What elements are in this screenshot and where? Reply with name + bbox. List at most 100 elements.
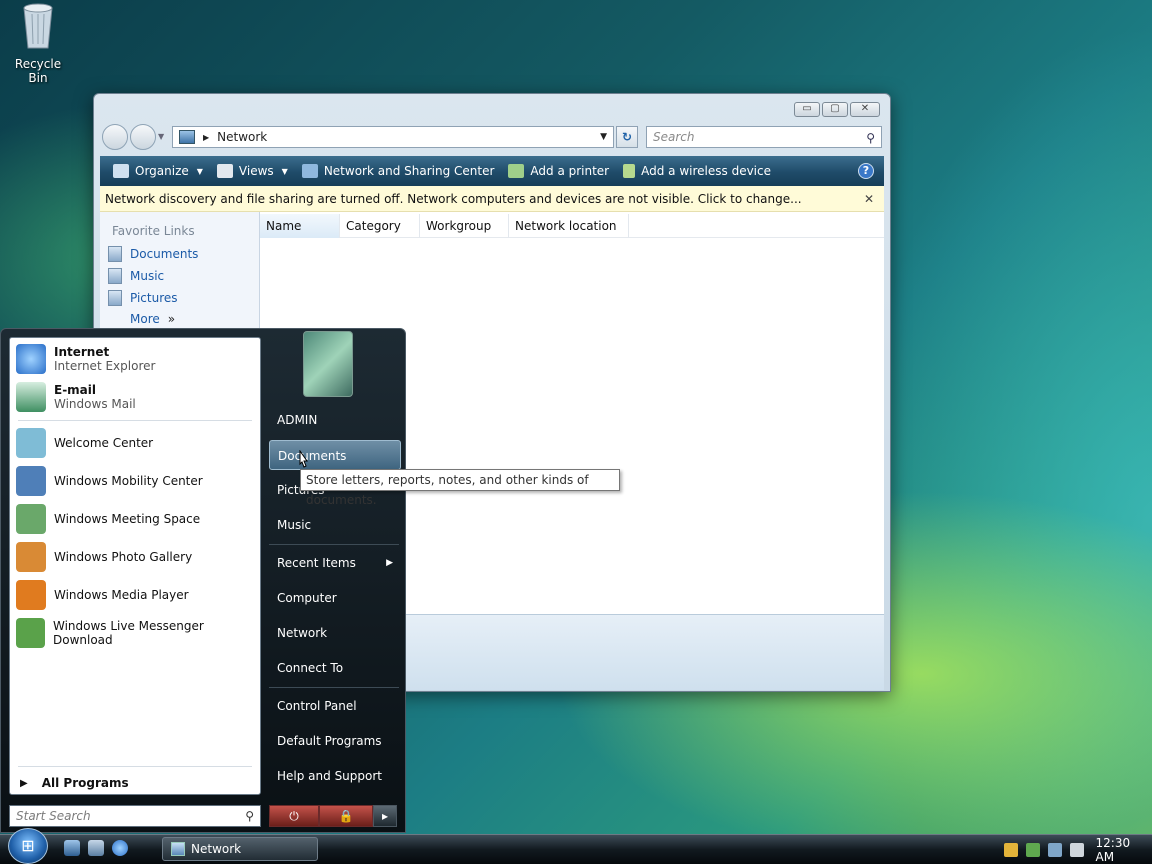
- pinned-internet[interactable]: Internet Internet Explorer: [16, 344, 155, 374]
- add-wireless-device-button[interactable]: Add a wireless device: [616, 156, 778, 186]
- all-programs-label: All Programs: [41, 776, 129, 790]
- organize-icon: [113, 164, 129, 178]
- separator: [18, 766, 252, 767]
- program-label: Windows Live Messenger Download: [52, 619, 204, 647]
- pinned-text: E-mail Windows Mail: [54, 383, 136, 411]
- column-header-network-location[interactable]: Network location: [509, 214, 629, 238]
- views-label: Views: [238, 164, 274, 178]
- favorite-link-documents[interactable]: Documents: [108, 246, 198, 262]
- power-options-arrow-icon[interactable]: ▸: [373, 805, 397, 827]
- address-text: Network: [217, 130, 268, 144]
- address-dropdown-icon[interactable]: ▼: [600, 132, 607, 142]
- taskbar-network-label: Network: [191, 842, 242, 856]
- favorite-link-label: Documents: [130, 247, 199, 261]
- music-folder-icon: [108, 268, 122, 284]
- ie-icon: [16, 344, 46, 374]
- infobar-text: Network discovery and file sharing are t…: [105, 192, 802, 206]
- clock[interactable]: 12:30 AM: [1096, 836, 1152, 864]
- ie-quicklaunch-icon[interactable]: [112, 840, 128, 856]
- start-right-control-panel[interactable]: Control Panel: [269, 691, 401, 721]
- forward-button[interactable]: [130, 124, 156, 150]
- help-icon[interactable]: ?: [858, 163, 874, 179]
- favorite-links-more[interactable]: More »: [130, 312, 175, 326]
- start-right-computer[interactable]: Computer: [269, 583, 401, 613]
- power-icon[interactable]: ⏻: [269, 805, 319, 827]
- recent-pages-chevron-icon[interactable]: ▼: [158, 132, 164, 141]
- column-header-workgroup[interactable]: Workgroup: [420, 214, 509, 238]
- network-sync-icon[interactable]: [1025, 843, 1040, 857]
- window-controls: ▭ ▢ ✕: [794, 102, 880, 117]
- security-shield-icon[interactable]: [1004, 843, 1018, 857]
- more-chevron-icon: »: [167, 312, 176, 326]
- pinned-email[interactable]: E-mail Windows Mail: [16, 382, 136, 412]
- start-right-help-support[interactable]: Help and Support: [269, 761, 401, 791]
- program-label: Windows Photo Gallery: [54, 550, 193, 564]
- refresh-button[interactable]: ↻: [616, 126, 638, 148]
- recent-program-live-messenger[interactable]: Windows Live Messenger Download: [16, 618, 260, 648]
- recent-program-meeting-space[interactable]: Windows Meeting Space: [16, 504, 200, 534]
- recent-program-photo-gallery[interactable]: Windows Photo Gallery: [16, 542, 192, 572]
- network-status-icon[interactable]: [1047, 843, 1062, 857]
- start-right-admin[interactable]: ADMIN: [269, 405, 401, 435]
- power-controls: ⏻ 🔒 ▸: [269, 805, 397, 827]
- network-discovery-infobar[interactable]: Network discovery and file sharing are t…: [100, 186, 884, 212]
- network-sharing-center-button[interactable]: Network and Sharing Center: [295, 156, 502, 186]
- add-printer-button[interactable]: Add a printer: [501, 156, 616, 186]
- user-picture[interactable]: [303, 331, 353, 397]
- close-button[interactable]: ✕: [850, 102, 880, 117]
- more-label: More: [130, 312, 160, 326]
- column-header-name[interactable]: Name: [260, 214, 340, 238]
- printer-icon: [508, 164, 525, 178]
- recent-program-welcome-center[interactable]: Welcome Center: [16, 428, 153, 458]
- favorite-link-music[interactable]: Music: [108, 268, 164, 284]
- recycle-bin[interactable]: Recycle Bin: [6, 2, 70, 85]
- organize-dropdown-icon: ▼: [196, 166, 203, 176]
- start-right-connect-to[interactable]: Connect To: [269, 653, 401, 683]
- recent-program-media-player[interactable]: Windows Media Player: [16, 580, 189, 610]
- taskbar-network-window[interactable]: Network: [162, 837, 318, 861]
- organize-label: Organize: [135, 164, 189, 178]
- favorite-links-heading: Favorite Links: [112, 224, 195, 238]
- views-button[interactable]: Views ▼: [210, 156, 295, 186]
- start-right-default-programs[interactable]: Default Programs: [269, 726, 401, 756]
- separator: [18, 420, 252, 421]
- network-sharing-icon: [301, 164, 318, 178]
- search-input[interactable]: Search ⚲: [646, 126, 882, 148]
- all-programs-button[interactable]: ▶ All Programs: [20, 776, 129, 790]
- start-right-recent-items[interactable]: Recent Items ▶: [269, 548, 401, 578]
- switch-windows-icon[interactable]: [88, 840, 104, 856]
- infobar-close-icon[interactable]: ✕: [864, 186, 874, 212]
- start-right-music[interactable]: Music: [269, 510, 401, 540]
- favorite-link-pictures[interactable]: Pictures: [108, 290, 178, 306]
- show-desktop-icon[interactable]: [64, 840, 80, 856]
- pinned-subtitle: Windows Mail: [54, 397, 136, 411]
- recent-items-label: Recent Items: [277, 556, 356, 570]
- welcome-icon: [16, 428, 46, 458]
- minimize-button[interactable]: ▭: [794, 102, 820, 117]
- mail-icon: [16, 382, 46, 412]
- maximize-button[interactable]: ▢: [822, 102, 848, 117]
- start-right-documents[interactable]: Documents: [269, 440, 401, 470]
- mobility-icon: [16, 466, 46, 496]
- back-button[interactable]: [102, 124, 128, 150]
- volume-muted-icon[interactable]: [1069, 843, 1084, 857]
- start-right-network[interactable]: Network: [269, 618, 401, 648]
- organize-button[interactable]: Organize ▼: [106, 156, 210, 186]
- address-bar[interactable]: ▶ Network ▼: [172, 126, 614, 148]
- network-icon: [179, 130, 195, 144]
- pictures-folder-icon: [108, 290, 122, 306]
- lock-icon[interactable]: 🔒: [319, 805, 373, 827]
- search-icon[interactable]: ⚲: [245, 806, 254, 826]
- separator: [269, 687, 399, 688]
- mouse-cursor-icon: [299, 450, 308, 468]
- start-search-input[interactable]: Start Search ⚲: [9, 805, 261, 827]
- start-button[interactable]: ⊞: [8, 828, 48, 864]
- add-printer-label: Add a printer: [530, 164, 610, 178]
- start-menu: Internet Internet Explorer E-mail Window…: [0, 328, 406, 833]
- search-icon[interactable]: ⚲: [866, 128, 875, 148]
- favorite-link-label: Music: [130, 269, 165, 283]
- column-header-category[interactable]: Category: [340, 214, 420, 238]
- command-bar: Organize ▼ Views ▼ Network and Sharing C…: [100, 156, 884, 186]
- start-menu-programs: Internet Internet Explorer E-mail Window…: [9, 337, 261, 795]
- recent-program-mobility-center[interactable]: Windows Mobility Center: [16, 466, 203, 496]
